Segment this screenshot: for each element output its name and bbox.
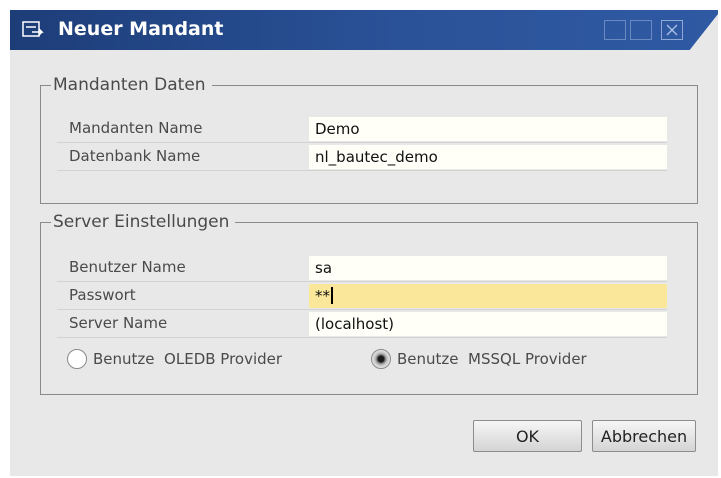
maximize-icon[interactable] [630, 20, 652, 40]
dialog-title: Neuer Mandant [58, 18, 224, 40]
datenbank-name-label: Datenbank Name [69, 147, 201, 165]
minimize-icon[interactable] [604, 20, 626, 40]
server-einstellungen-group: Server Einstellungen Benutzer Name sa Pa… [40, 210, 698, 395]
dialog-window: Neuer Mandant Mandanten Daten Mandanten … [10, 10, 718, 476]
passwort-field[interactable]: ** [309, 284, 667, 308]
mssql-provider-option[interactable]: Benutze MSSQL Provider [371, 343, 587, 375]
radio-checked-icon[interactable] [371, 349, 391, 369]
row-divider [57, 170, 667, 171]
passwort-value: ** [315, 287, 330, 305]
server-name-label: Server Name [69, 314, 168, 332]
mandanten-daten-group: Mandanten Daten Mandanten Name Demo Date… [40, 73, 698, 204]
benutzer-name-field[interactable]: sa [309, 256, 667, 280]
mssql-provider-label: Benutze MSSQL Provider [397, 350, 587, 368]
row-divider [57, 281, 667, 282]
datenbank-name-field[interactable]: nl_bautec_demo [309, 145, 667, 169]
group-title: Mandanten Daten [51, 73, 212, 97]
ok-button[interactable]: OK [473, 420, 582, 452]
radio-unchecked-icon[interactable] [67, 349, 87, 369]
group-title: Server Einstellungen [51, 210, 236, 234]
title-bar[interactable]: Neuer Mandant [10, 10, 718, 50]
oledb-provider-option[interactable]: Benutze OLEDB Provider [67, 343, 282, 375]
mandanten-name-label: Mandanten Name [69, 119, 203, 137]
mandanten-name-field[interactable]: Demo [309, 117, 667, 141]
close-icon [666, 24, 678, 36]
passwort-label: Passwort [69, 286, 136, 304]
server-name-field[interactable]: (localhost) [309, 312, 667, 336]
benutzer-name-label: Benutzer Name [69, 258, 186, 276]
close-button[interactable] [661, 20, 683, 40]
abbrechen-button[interactable]: Abbrechen [592, 420, 696, 452]
row-divider [57, 337, 667, 338]
row-divider [57, 309, 667, 310]
oledb-provider-label: Benutze OLEDB Provider [93, 350, 283, 368]
text-cursor [331, 287, 333, 304]
row-divider [57, 142, 667, 143]
form-icon [22, 20, 44, 40]
